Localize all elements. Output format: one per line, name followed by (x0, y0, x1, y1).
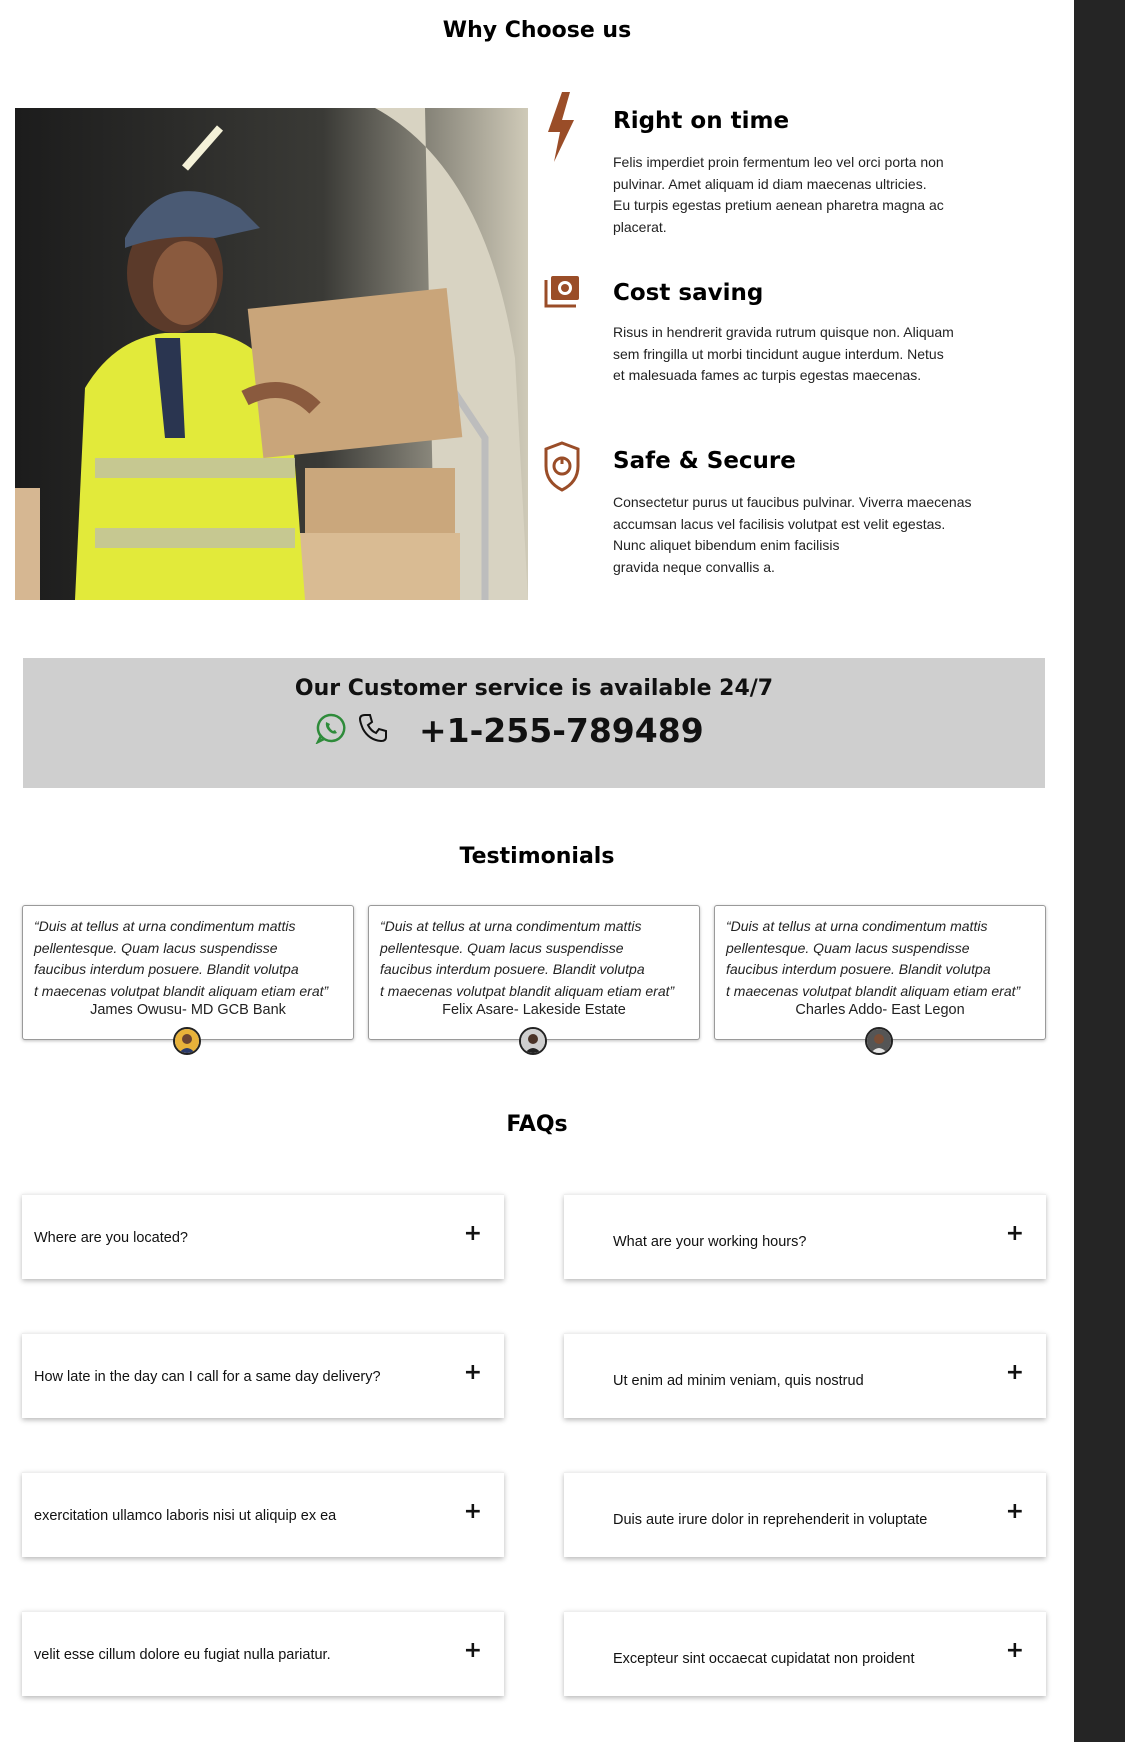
plus-icon[interactable]: + (1006, 1360, 1024, 1385)
feature-title: Cost saving (613, 280, 764, 306)
feature-text: Consectetur purus ut faucibus pulvinar. … (613, 494, 972, 575)
customer-service-title: Our Customer service is available 24/7 (294, 676, 774, 701)
testimonial-author: Charles Addo- East Legon (795, 1002, 965, 1018)
plus-icon[interactable]: + (464, 1499, 482, 1524)
testimonial-quote: “Duis at tellus at urna condimentum matt… (34, 918, 329, 999)
phone-icon[interactable] (357, 712, 389, 749)
plus-icon[interactable]: + (1006, 1499, 1024, 1524)
plus-icon[interactable]: + (464, 1360, 482, 1385)
lightning-bolt-icon (540, 92, 584, 162)
faq-question: What are your working hours? (613, 1234, 807, 1250)
testimonial-card: “Duis at tellus at urna condimentum matt… (22, 905, 354, 1055)
plus-icon[interactable]: + (464, 1221, 482, 1246)
feature-title: Safe & Secure (613, 448, 796, 474)
faq-item[interactable]: What are your working hours? + (564, 1194, 1046, 1279)
window-edge-strip (1074, 0, 1125, 1742)
feature-title: Right on time (613, 108, 790, 134)
delivery-worker-photo (15, 108, 528, 600)
faq-question: velit esse cillum dolore eu fugiat nulla… (34, 1647, 331, 1663)
faq-item[interactable]: velit esse cillum dolore eu fugiat nulla… (22, 1611, 504, 1696)
faq-item[interactable]: Where are you located? + (22, 1194, 504, 1279)
phone-row: +1-255-789489 (315, 708, 704, 752)
faqs-heading: FAQs (506, 1112, 568, 1137)
faq-question: Duis aute irure dolor in reprehenderit i… (613, 1512, 928, 1528)
shield-icon (540, 440, 584, 500)
avatar (519, 1027, 547, 1055)
plus-icon[interactable]: + (464, 1638, 482, 1663)
faq-item[interactable]: Ut enim ad minim veniam, quis nostrud + (564, 1333, 1046, 1418)
faq-item[interactable]: exercitation ullamco laboris nisi ut ali… (22, 1472, 504, 1557)
testimonial-card: “Duis at tellus at urna condimentum matt… (714, 905, 1046, 1055)
faq-item[interactable]: Excepteur sint occaecat cupidatat non pr… (564, 1611, 1046, 1696)
testimonial-author: James Owusu- MD GCB Bank (90, 1002, 286, 1018)
faq-question: Where are you located? (34, 1230, 188, 1246)
testimonial-quote: “Duis at tellus at urna condimentum matt… (726, 918, 1021, 999)
faq-question: Excepteur sint occaecat cupidatat non pr… (613, 1651, 915, 1667)
faq-item[interactable]: Duis aute irure dolor in reprehenderit i… (564, 1472, 1046, 1557)
customer-service-banner: Our Customer service is available 24/7 +… (23, 658, 1045, 788)
faq-item[interactable]: How late in the day can I call for a sam… (22, 1333, 504, 1418)
avatar (865, 1027, 893, 1055)
faq-question: exercitation ullamco laboris nisi ut ali… (34, 1508, 337, 1524)
testimonial-quote: “Duis at tellus at urna condimentum matt… (380, 918, 675, 999)
testimonial-author: Felix Asare- Lakeside Estate (442, 1002, 626, 1018)
why-choose-us-heading: Why Choose us (442, 18, 632, 43)
testimonial-card: “Duis at tellus at urna condimentum matt… (368, 905, 700, 1055)
plus-icon[interactable]: + (1006, 1638, 1024, 1663)
testimonials-heading: Testimonials (459, 844, 615, 869)
faq-question: How late in the day can I call for a sam… (34, 1369, 381, 1385)
plus-icon[interactable]: + (1006, 1221, 1024, 1246)
phone-number-link[interactable]: +1-255-789489 (419, 711, 704, 750)
feature-text: Felis imperdiet proin fermentum leo vel … (613, 154, 944, 235)
whatsapp-icon[interactable] (315, 712, 347, 749)
avatar (173, 1027, 201, 1055)
faq-question: Ut enim ad minim veniam, quis nostrud (613, 1373, 864, 1389)
money-icon (540, 270, 584, 330)
feature-text: Risus in hendrerit gravida rutrum quisqu… (613, 324, 954, 383)
